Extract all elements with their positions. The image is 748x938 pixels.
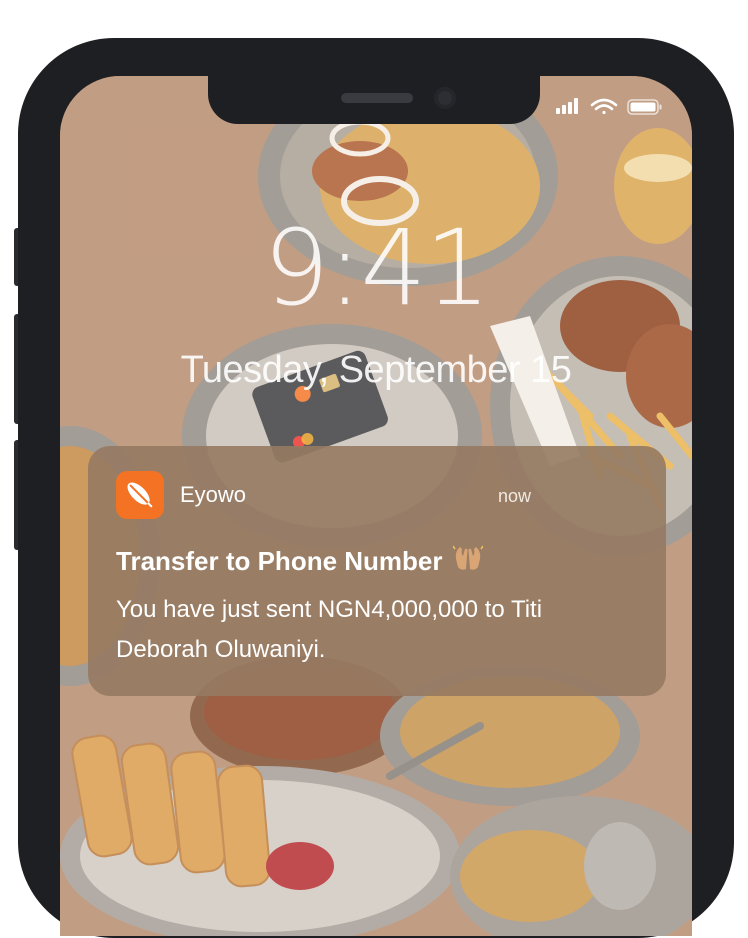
- status-bar: [556, 98, 662, 115]
- front-camera: [434, 87, 456, 109]
- earpiece-speaker: [341, 93, 413, 103]
- eyowo-feather-icon: [116, 471, 164, 519]
- notification-body: You have just sent NGN4,000,000 to Titi …: [116, 596, 543, 663]
- lock-screen-time: 9:41: [263, 207, 491, 329]
- battery-icon: [627, 99, 662, 115]
- raising-hands-icon: [451, 543, 484, 580]
- notification-title-text: Transfer to Phone Number: [116, 546, 443, 576]
- notification-app-name: Eyowo: [180, 482, 247, 507]
- notch: [208, 76, 540, 124]
- notification-title: Transfer to Phone Number: [116, 543, 484, 580]
- wifi-icon: [590, 98, 618, 115]
- notification-card[interactable]: Eyowo now Transfer to Phone Number You h…: [88, 446, 666, 696]
- notification-time: now: [498, 486, 532, 506]
- lock-screen-date: Tuesday, September 15: [180, 349, 572, 391]
- cellular-signal-icon: [556, 98, 578, 114]
